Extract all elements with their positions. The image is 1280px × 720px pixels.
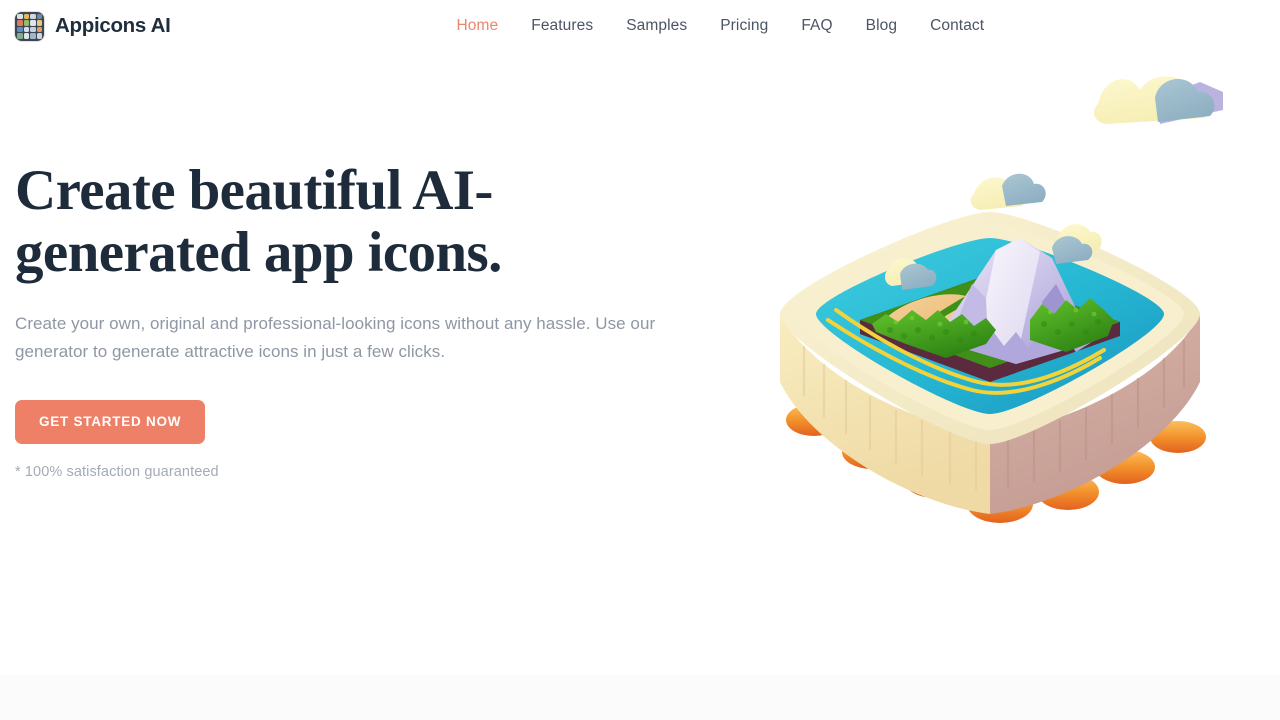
nav-item-pricing[interactable]: Pricing — [704, 17, 785, 35]
isometric-island-diorama-illustration — [700, 52, 1280, 652]
next-section-strip — [0, 675, 1280, 720]
hero-subtitle: Create your own, original and profession… — [15, 314, 656, 361]
get-started-button[interactable]: Get started now — [15, 400, 206, 444]
nav-item-contact[interactable]: Contact — [914, 17, 1001, 35]
nav-item-home[interactable]: Home — [440, 17, 515, 35]
hero-section: Create beautiful AI-generated app icons.… — [0, 52, 1280, 675]
nav-item-faq[interactable]: FAQ — [785, 17, 849, 35]
nav-item-features[interactable]: Features — [515, 17, 610, 35]
page-title: Create beautiful AI-generated app icons. — [15, 159, 502, 284]
app-icon-grid-icon — [15, 11, 44, 41]
nav-item-blog[interactable]: Blog — [849, 17, 913, 35]
floating-cloud — [1094, 76, 1223, 124]
main-navigation: Home Features Samples Pricing FAQ Blog Contact — [440, 0, 1001, 52]
landing-page: Appicons AI Home Features Samples Pricing FA… — [0, 0, 1280, 720]
brand-logo-link[interactable]: Appicons AI — [15, 11, 171, 41]
satisfaction-note: * 100% satisfaction guaranteed — [15, 464, 219, 480]
site-header: Appicons AI Home Features Samples Pricing FA… — [0, 0, 1280, 52]
hero-copy: Create beautiful AI-generated app icons.… — [15, 160, 705, 480]
nav-item-samples[interactable]: Samples — [610, 17, 704, 35]
brand-name: Appicons AI — [55, 14, 171, 37]
